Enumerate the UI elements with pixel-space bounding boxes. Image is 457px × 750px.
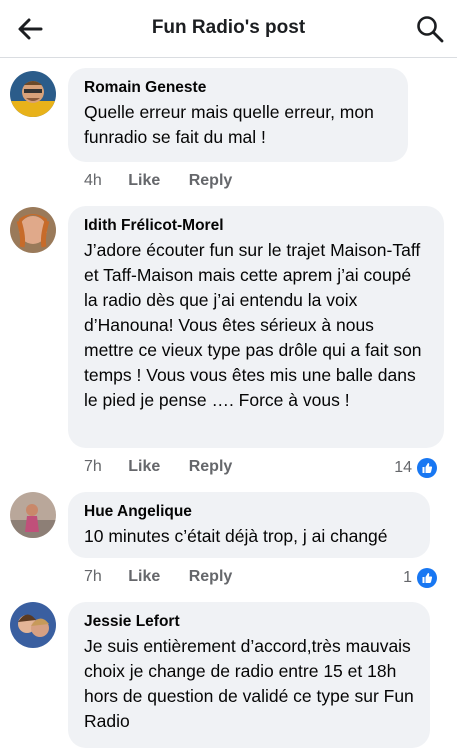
comment-text: 10 minutes c’était déjà trop, j ai chang… [84, 526, 388, 546]
comment-bubble[interactable]: Romain Geneste Quelle erreur mais quelle… [68, 68, 408, 162]
reaction-summary[interactable]: 14 [394, 458, 437, 478]
comment-time[interactable]: 7h [84, 458, 102, 476]
reply-button[interactable]: Reply [189, 172, 233, 190]
reaction-count: 14 [394, 459, 412, 476]
comment-author[interactable]: Jessie Lefort [84, 612, 414, 632]
reaction-summary[interactable]: 1 [403, 568, 437, 588]
like-button[interactable]: Like [128, 568, 160, 586]
avatar[interactable] [10, 71, 56, 117]
reaction-count: 1 [403, 569, 412, 586]
page-title: Fun Radio's post [151, 17, 306, 38]
avatar[interactable] [10, 207, 56, 253]
comment-author[interactable]: Idith Frélicot-Morel [84, 216, 428, 236]
comment-time[interactable]: 7h [84, 568, 102, 586]
comment-bubble[interactable]: Idith Frélicot-Morel J’adore écouter fun… [68, 206, 444, 448]
comment-actions: 7h Like Reply [84, 458, 232, 476]
reply-button[interactable]: Reply [189, 458, 233, 476]
comment-actions: 4h Like Reply [84, 172, 232, 190]
comment-text: Quelle erreur mais quelle erreur, mon fu… [84, 102, 374, 147]
comment-text: Je suis entièrement d’accord,très mauvai… [84, 636, 414, 731]
comment-bubble[interactable]: Jessie Lefort Je suis entièrement d’acco… [68, 602, 430, 748]
comment-bubble[interactable]: Hue Angelique 10 minutes c’était déjà tr… [68, 492, 430, 558]
reply-button[interactable]: Reply [189, 568, 233, 586]
like-reaction-icon [417, 568, 437, 588]
like-button[interactable]: Like [128, 458, 160, 476]
avatar[interactable] [10, 602, 56, 648]
comment-text: J’adore écouter fun sur le trajet Maison… [84, 240, 422, 410]
comment-author[interactable]: Hue Angelique [84, 502, 414, 522]
like-reaction-icon [417, 458, 437, 478]
comment-time[interactable]: 4h [84, 172, 102, 190]
comment-author[interactable]: Romain Geneste [84, 78, 392, 98]
top-bar: Fun Radio's post [0, 0, 457, 58]
like-button[interactable]: Like [128, 172, 160, 190]
avatar[interactable] [10, 492, 56, 538]
comment-actions: 7h Like Reply [84, 568, 232, 586]
search-icon[interactable] [415, 14, 445, 44]
